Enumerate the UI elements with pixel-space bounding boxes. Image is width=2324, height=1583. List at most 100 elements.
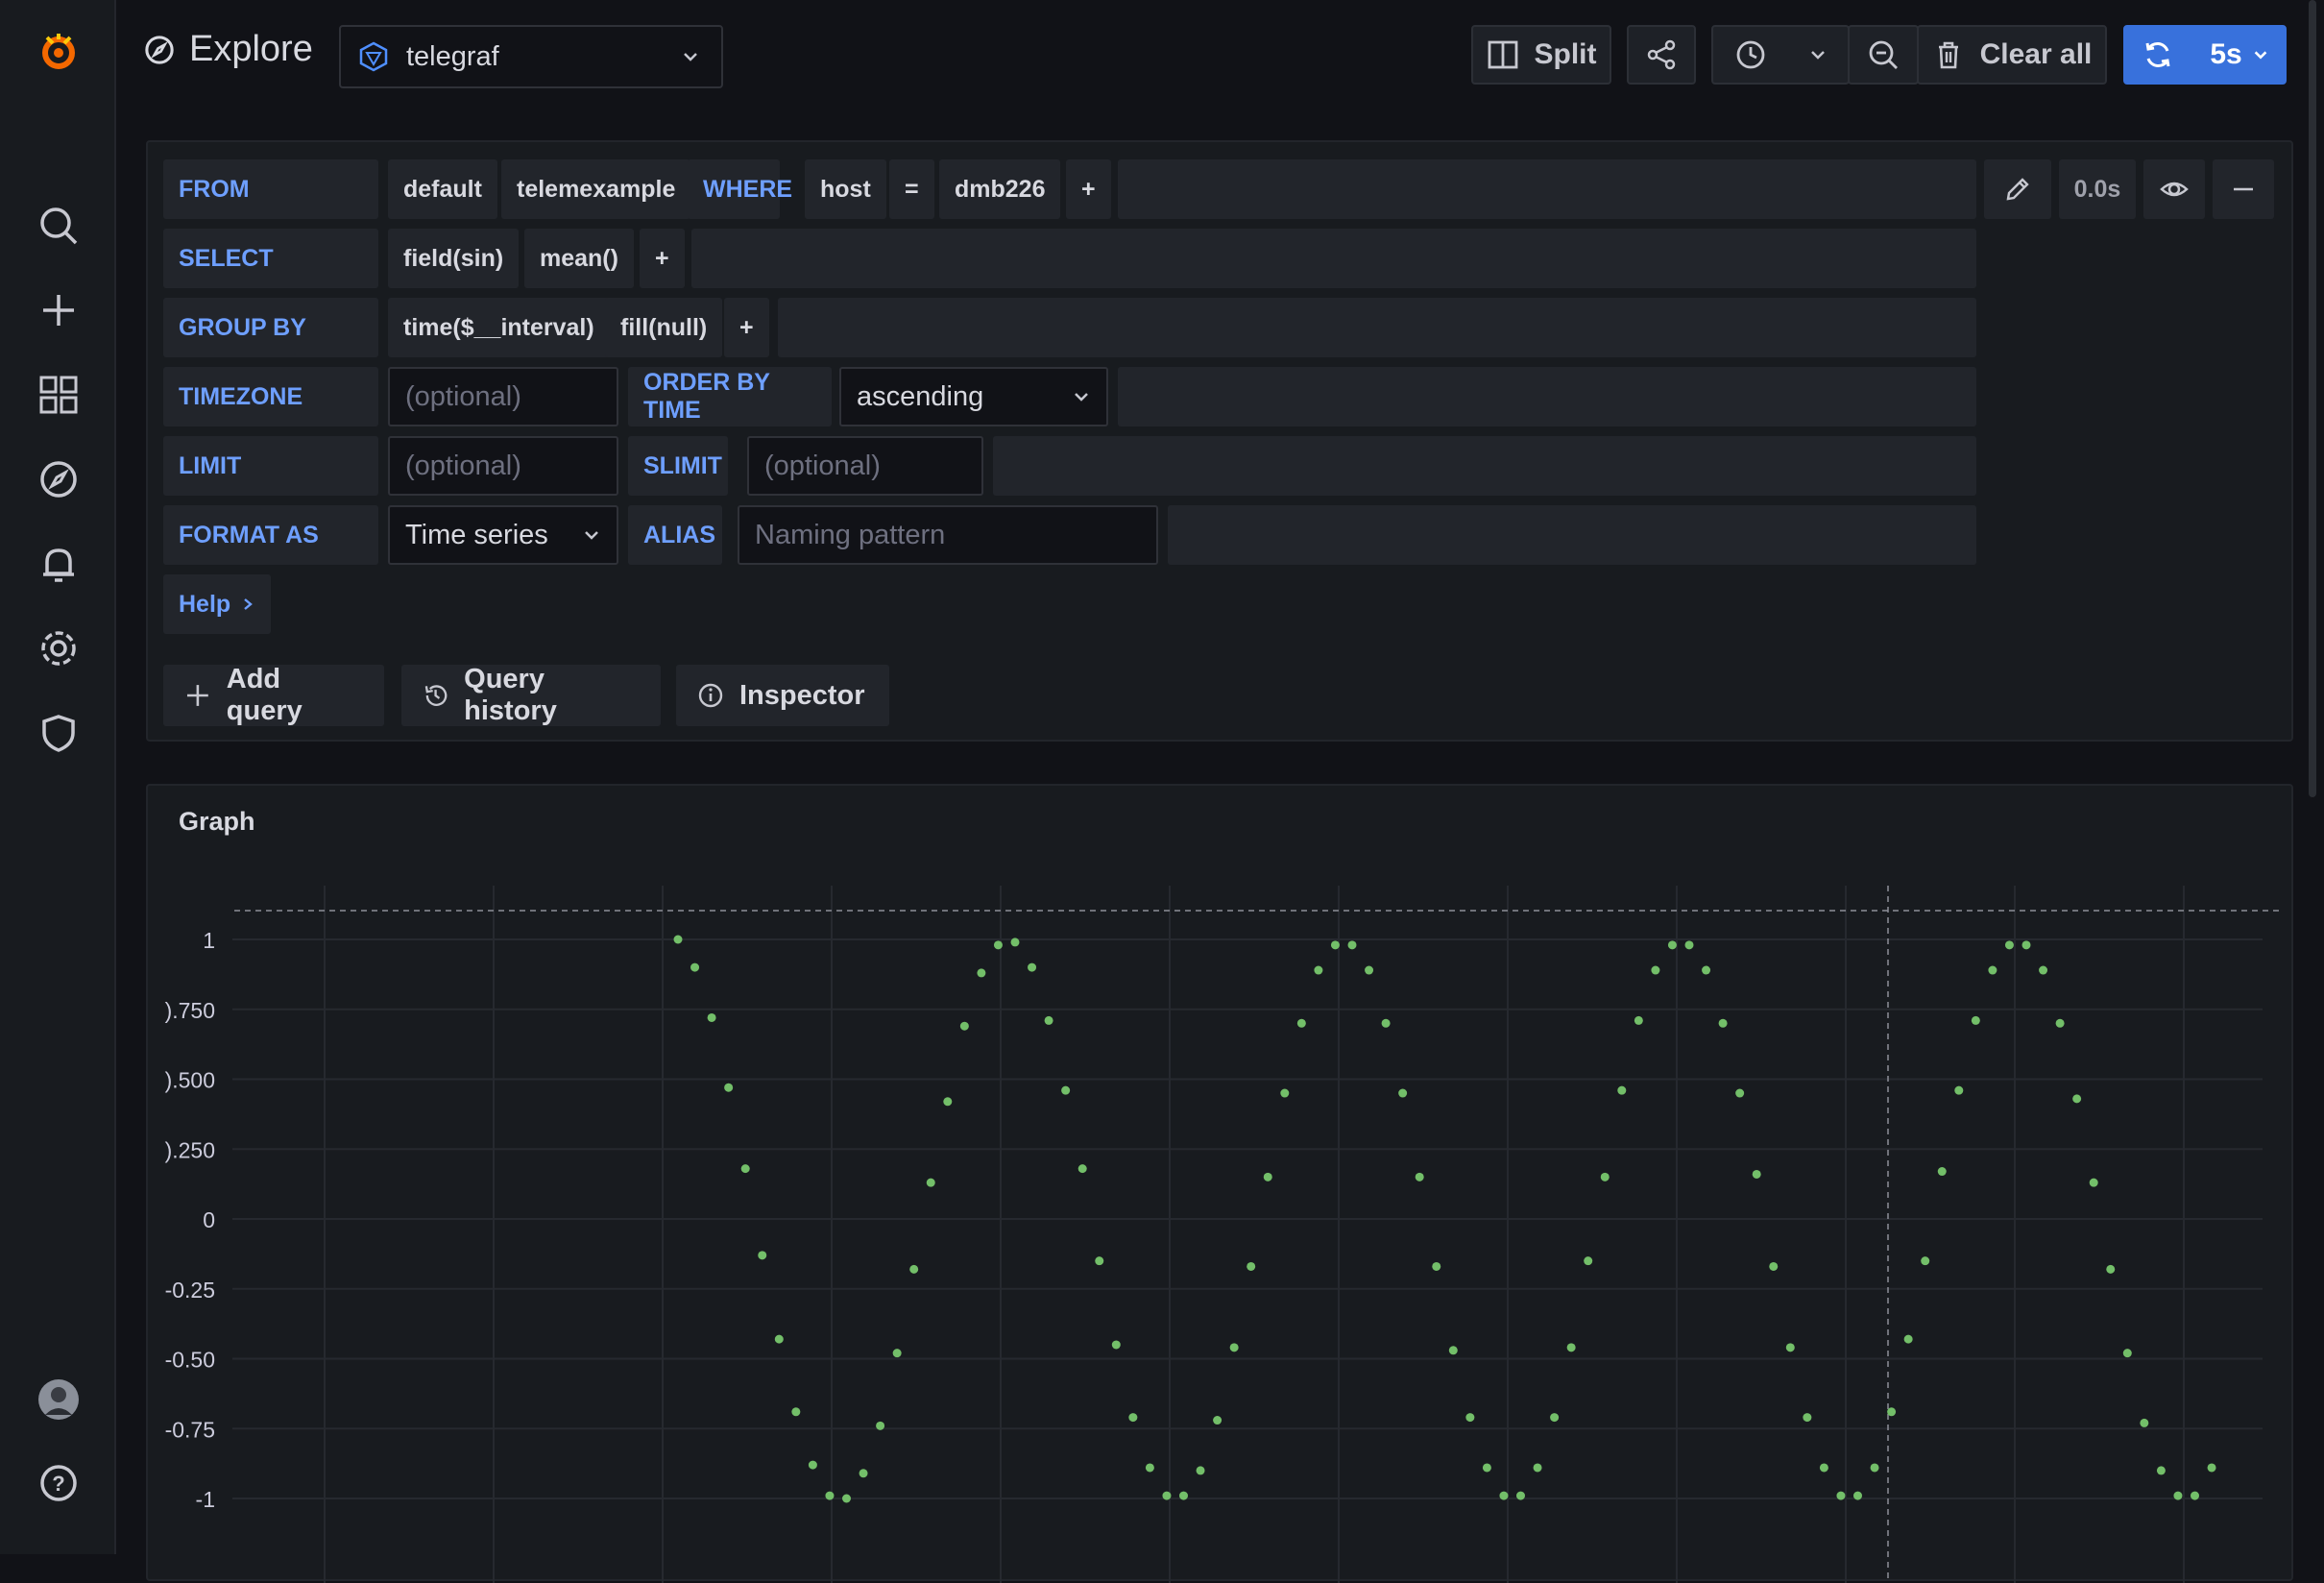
grafana-logo-icon[interactable]: [33, 25, 85, 77]
refresh-interval-picker[interactable]: 5s: [2192, 25, 2287, 85]
data-point: [1516, 1491, 1525, 1500]
data-point: [1819, 1463, 1828, 1473]
zoom-out-icon: [1869, 40, 1898, 69]
data-point: [1600, 1172, 1610, 1181]
data-point: [1853, 1491, 1862, 1500]
data-point: [1465, 1413, 1475, 1423]
zoom-out-button[interactable]: [1848, 25, 1919, 85]
select-field-segment[interactable]: field(sin): [388, 229, 520, 288]
sidebar: ?: [0, 0, 116, 1554]
dashboards-icon[interactable]: [33, 369, 85, 421]
timezone-row-filler: [1118, 367, 1976, 426]
y-tick-label: ).500: [165, 1068, 215, 1093]
data-point: [1971, 1015, 1980, 1025]
datasource-picker[interactable]: telegraf: [339, 25, 723, 88]
select-row-filler: [691, 229, 1976, 288]
plus-icon[interactable]: [33, 284, 85, 336]
data-point: [2140, 1418, 2149, 1427]
help-toggle[interactable]: Help: [163, 574, 271, 634]
add-select-button[interactable]: +: [640, 229, 685, 288]
page-scrollbar[interactable]: [2309, 0, 2316, 797]
chevron-down-icon: [1075, 393, 1088, 402]
remove-query-button[interactable]: [2213, 159, 2274, 219]
order-by-select[interactable]: ascending: [839, 367, 1108, 426]
select-function-segment[interactable]: mean(): [524, 229, 634, 288]
data-point: [1921, 1256, 1930, 1266]
data-point: [1314, 965, 1323, 975]
chevron-down-icon: [585, 531, 598, 540]
data-point: [1095, 1256, 1104, 1266]
settings-gear-icon[interactable]: [33, 622, 85, 674]
where-value-segment[interactable]: dmb226: [939, 159, 1061, 219]
data-point: [1263, 1172, 1272, 1181]
time-picker-button[interactable]: [1711, 25, 1850, 85]
share-button[interactable]: [1627, 25, 1696, 85]
data-point: [2191, 1491, 2199, 1500]
data-point: [859, 1469, 868, 1478]
retention-policy-segment[interactable]: default: [388, 159, 497, 219]
where-key-segment[interactable]: host: [805, 159, 886, 219]
split-icon: [1488, 40, 1517, 69]
inspector-button[interactable]: Inspector: [676, 665, 889, 726]
data-point: [1044, 1015, 1053, 1025]
where-operator-segment[interactable]: =: [889, 159, 934, 219]
svg-text:?: ?: [52, 1472, 64, 1496]
data-point: [1769, 1261, 1779, 1271]
explore-compass-icon[interactable]: [33, 453, 85, 505]
data-point: [2039, 965, 2048, 975]
data-point: [1432, 1261, 1441, 1271]
edit-raw-query-button[interactable]: [1984, 159, 2051, 219]
slimit-input[interactable]: (optional): [747, 436, 983, 496]
add-where-button[interactable]: +: [1066, 159, 1111, 219]
data-point: [1128, 1413, 1138, 1423]
server-admin-shield-icon[interactable]: [33, 707, 85, 759]
measurement-segment[interactable]: telemexample: [501, 159, 691, 219]
where-label: WHERE: [688, 159, 792, 219]
graph-chart[interactable]: 1).750).500).250 0 -0.25 -0.50 -0.75 -1: [148, 786, 2295, 1583]
timezone-input[interactable]: (optional): [388, 367, 618, 426]
add-group-by-button[interactable]: +: [724, 298, 769, 357]
data-point: [673, 935, 683, 944]
data-point: [1584, 1256, 1593, 1266]
data-point: [1482, 1463, 1491, 1473]
split-button[interactable]: Split: [1471, 25, 1611, 85]
data-point: [892, 1349, 902, 1358]
data-point: [2156, 1466, 2166, 1475]
limit-input[interactable]: (optional): [388, 436, 618, 496]
data-point: [1347, 940, 1357, 950]
data-point: [2106, 1264, 2116, 1274]
data-point: [1213, 1416, 1223, 1425]
format-as-select[interactable]: Time series: [388, 505, 618, 565]
y-tick-label: -1: [196, 1487, 215, 1512]
format-as-value: Time series: [405, 519, 548, 550]
data-point: [1196, 1466, 1205, 1475]
alias-input[interactable]: Naming pattern: [738, 505, 1158, 565]
query-history-label: Query history: [464, 664, 557, 726]
data-point: [2089, 1178, 2098, 1187]
limit-label: LIMIT: [163, 436, 378, 496]
refresh-button[interactable]: [2123, 25, 2192, 85]
data-point: [1617, 1085, 1627, 1095]
avatar[interactable]: [33, 1374, 85, 1425]
compass-icon: [145, 35, 174, 64]
search-icon[interactable]: [33, 200, 85, 252]
group-by-fill-segment[interactable]: fill(null): [605, 298, 723, 357]
plus-icon: [186, 685, 208, 706]
data-point: [926, 1178, 935, 1187]
data-point: [909, 1264, 919, 1274]
add-query-button[interactable]: Add query: [163, 664, 384, 726]
data-point: [2021, 940, 2031, 950]
clear-all-button[interactable]: Clear all: [1917, 25, 2107, 85]
data-point: [2004, 940, 2014, 950]
help-icon[interactable]: ?: [33, 1457, 85, 1509]
toggle-visibility-button[interactable]: [2143, 159, 2205, 219]
group-by-time-segment[interactable]: time($__interval): [388, 298, 610, 357]
data-point: [1651, 965, 1660, 975]
data-point: [1903, 1334, 1913, 1344]
data-point: [1028, 962, 1037, 972]
group-by-label: GROUP BY: [163, 298, 378, 357]
alerting-bell-icon[interactable]: [33, 538, 85, 590]
data-point: [1499, 1491, 1509, 1500]
from-label: FROM: [163, 159, 378, 219]
query-history-button[interactable]: Query history: [401, 664, 661, 726]
